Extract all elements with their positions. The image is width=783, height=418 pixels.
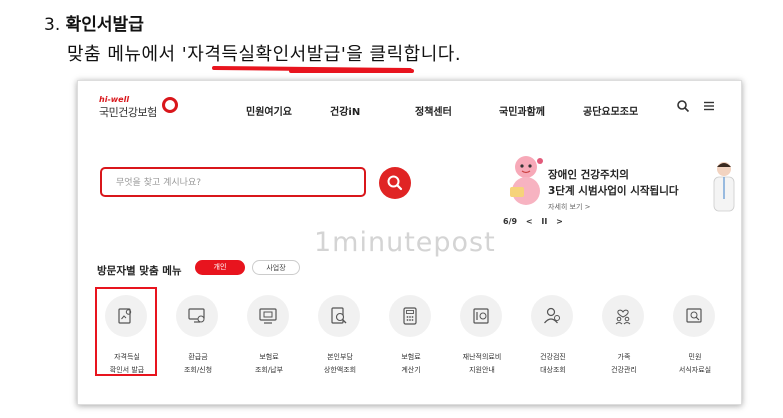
step-heading: 3. 확인서발급 <box>44 10 144 35</box>
banner-pager: 6/9 < II > <box>503 217 569 226</box>
instruction-suffix: '을 클릭합니다. <box>340 44 462 65</box>
family-care-icon <box>615 309 631 325</box>
menu-item-label-2: 건강관리 <box>611 366 637 374</box>
medical-support-icon <box>473 308 489 324</box>
doctor-illustration <box>713 162 735 212</box>
search-input[interactable] <box>114 177 348 189</box>
menu-item-label-2: 지원안내 <box>469 366 495 374</box>
menu-item-label-1: 보험료 <box>401 353 421 361</box>
nav-item-corp-info[interactable]: 공단요모조모 <box>583 103 638 118</box>
banner-more-link[interactable]: 자세히 보기 > <box>548 202 591 212</box>
menu-item-label-2: 상한액조회 <box>323 366 357 374</box>
menu-icon-circle <box>318 295 360 337</box>
logo-brand-name: 국민건강보험 <box>99 106 157 119</box>
logo-ring-icon <box>162 97 178 113</box>
menu-icon-circle <box>460 295 502 337</box>
search-box <box>100 167 366 197</box>
banner-prev-button[interactable]: < <box>526 217 533 226</box>
forms-archive-icon <box>686 308 702 323</box>
banner-pause-button[interactable]: II <box>541 217 547 226</box>
menu-item-label-2: 서식자료실 <box>678 366 712 374</box>
search-icon[interactable] <box>676 99 690 113</box>
menu-item-label-1: 가족 <box>617 353 631 361</box>
menu-item-label-1: 환급금 <box>188 353 208 361</box>
menu-item-label-2: 조회/신청 <box>183 366 213 374</box>
search-icon <box>387 175 403 191</box>
menu-item-label-2: 계산기 <box>401 366 421 374</box>
banner-headline-1: 장애인 건강주치의 <box>548 169 629 181</box>
banner-headline-2: 3단계 시범사업이 시작됩니다 <box>548 185 679 197</box>
menu-item-label-1: 본인부담 <box>327 353 353 361</box>
tab-individual[interactable]: 개인 <box>195 260 245 275</box>
copay-search-icon <box>331 307 347 324</box>
red-underline-annotation-2 <box>289 69 414 73</box>
instruction-highlight: 자격득실확인서발급 <box>187 44 341 65</box>
nav-item-civil-service[interactable]: 민원여기요 <box>246 103 292 118</box>
custom-menu-title: 방문자별 맞춤 메뉴 <box>97 265 182 277</box>
premium-payment-icon <box>259 308 277 324</box>
instruction-prefix: 맞춤 메뉴에서 ' <box>67 44 188 65</box>
search-button[interactable] <box>379 167 411 199</box>
step-title: 확인서발급 <box>65 15 144 35</box>
nav-item-policy-center[interactable]: 정책센터 <box>415 103 452 118</box>
menu-item-label-2: 조회/납부 <box>254 366 284 374</box>
menu-item-label-2: 대상조회 <box>540 366 566 374</box>
menu-icon-circle <box>673 295 715 337</box>
banner-next-button[interactable]: > <box>556 217 563 226</box>
nav-item-with-people[interactable]: 국민과함께 <box>499 103 545 118</box>
refund-monitor-icon <box>188 308 205 323</box>
menu-item-label-1: 재난적의료비 <box>462 353 502 361</box>
hamburger-menu-icon[interactable] <box>702 99 716 113</box>
menu-icon-circle <box>389 295 431 337</box>
menu-item-label-1: 건강검진 <box>540 353 566 361</box>
banner-page-indicator: 6/9 <box>503 217 518 226</box>
step-number: 3. <box>44 15 61 35</box>
nav-item-health-in[interactable]: 건강iN <box>330 103 360 118</box>
calculator-icon <box>403 307 417 325</box>
menu-icon-circle <box>176 295 218 337</box>
menu-item-label-1: 보험료 <box>259 353 279 361</box>
menu-icon-circle <box>247 295 289 337</box>
menu-icon-circle <box>531 295 573 337</box>
instruction-text: 맞춤 메뉴에서 '자격득실확인서발급'을 클릭합니다. <box>67 40 461 66</box>
menu-item-label-1: 민원 <box>688 353 702 361</box>
mascot-character-illustration <box>510 156 543 205</box>
checkup-person-icon <box>544 307 560 324</box>
logo-brand-en: hi-well <box>99 95 130 104</box>
watermark-text: 1minutepost <box>314 227 496 258</box>
website-screenshot: hi-well 국민건강보험 민원여기요 건강iN 정책센터 국민과함께 공단요… <box>77 80 742 405</box>
red-highlight-box <box>95 287 157 376</box>
menu-icon-circle <box>602 295 644 337</box>
tab-business[interactable]: 사업장 <box>252 260 300 275</box>
